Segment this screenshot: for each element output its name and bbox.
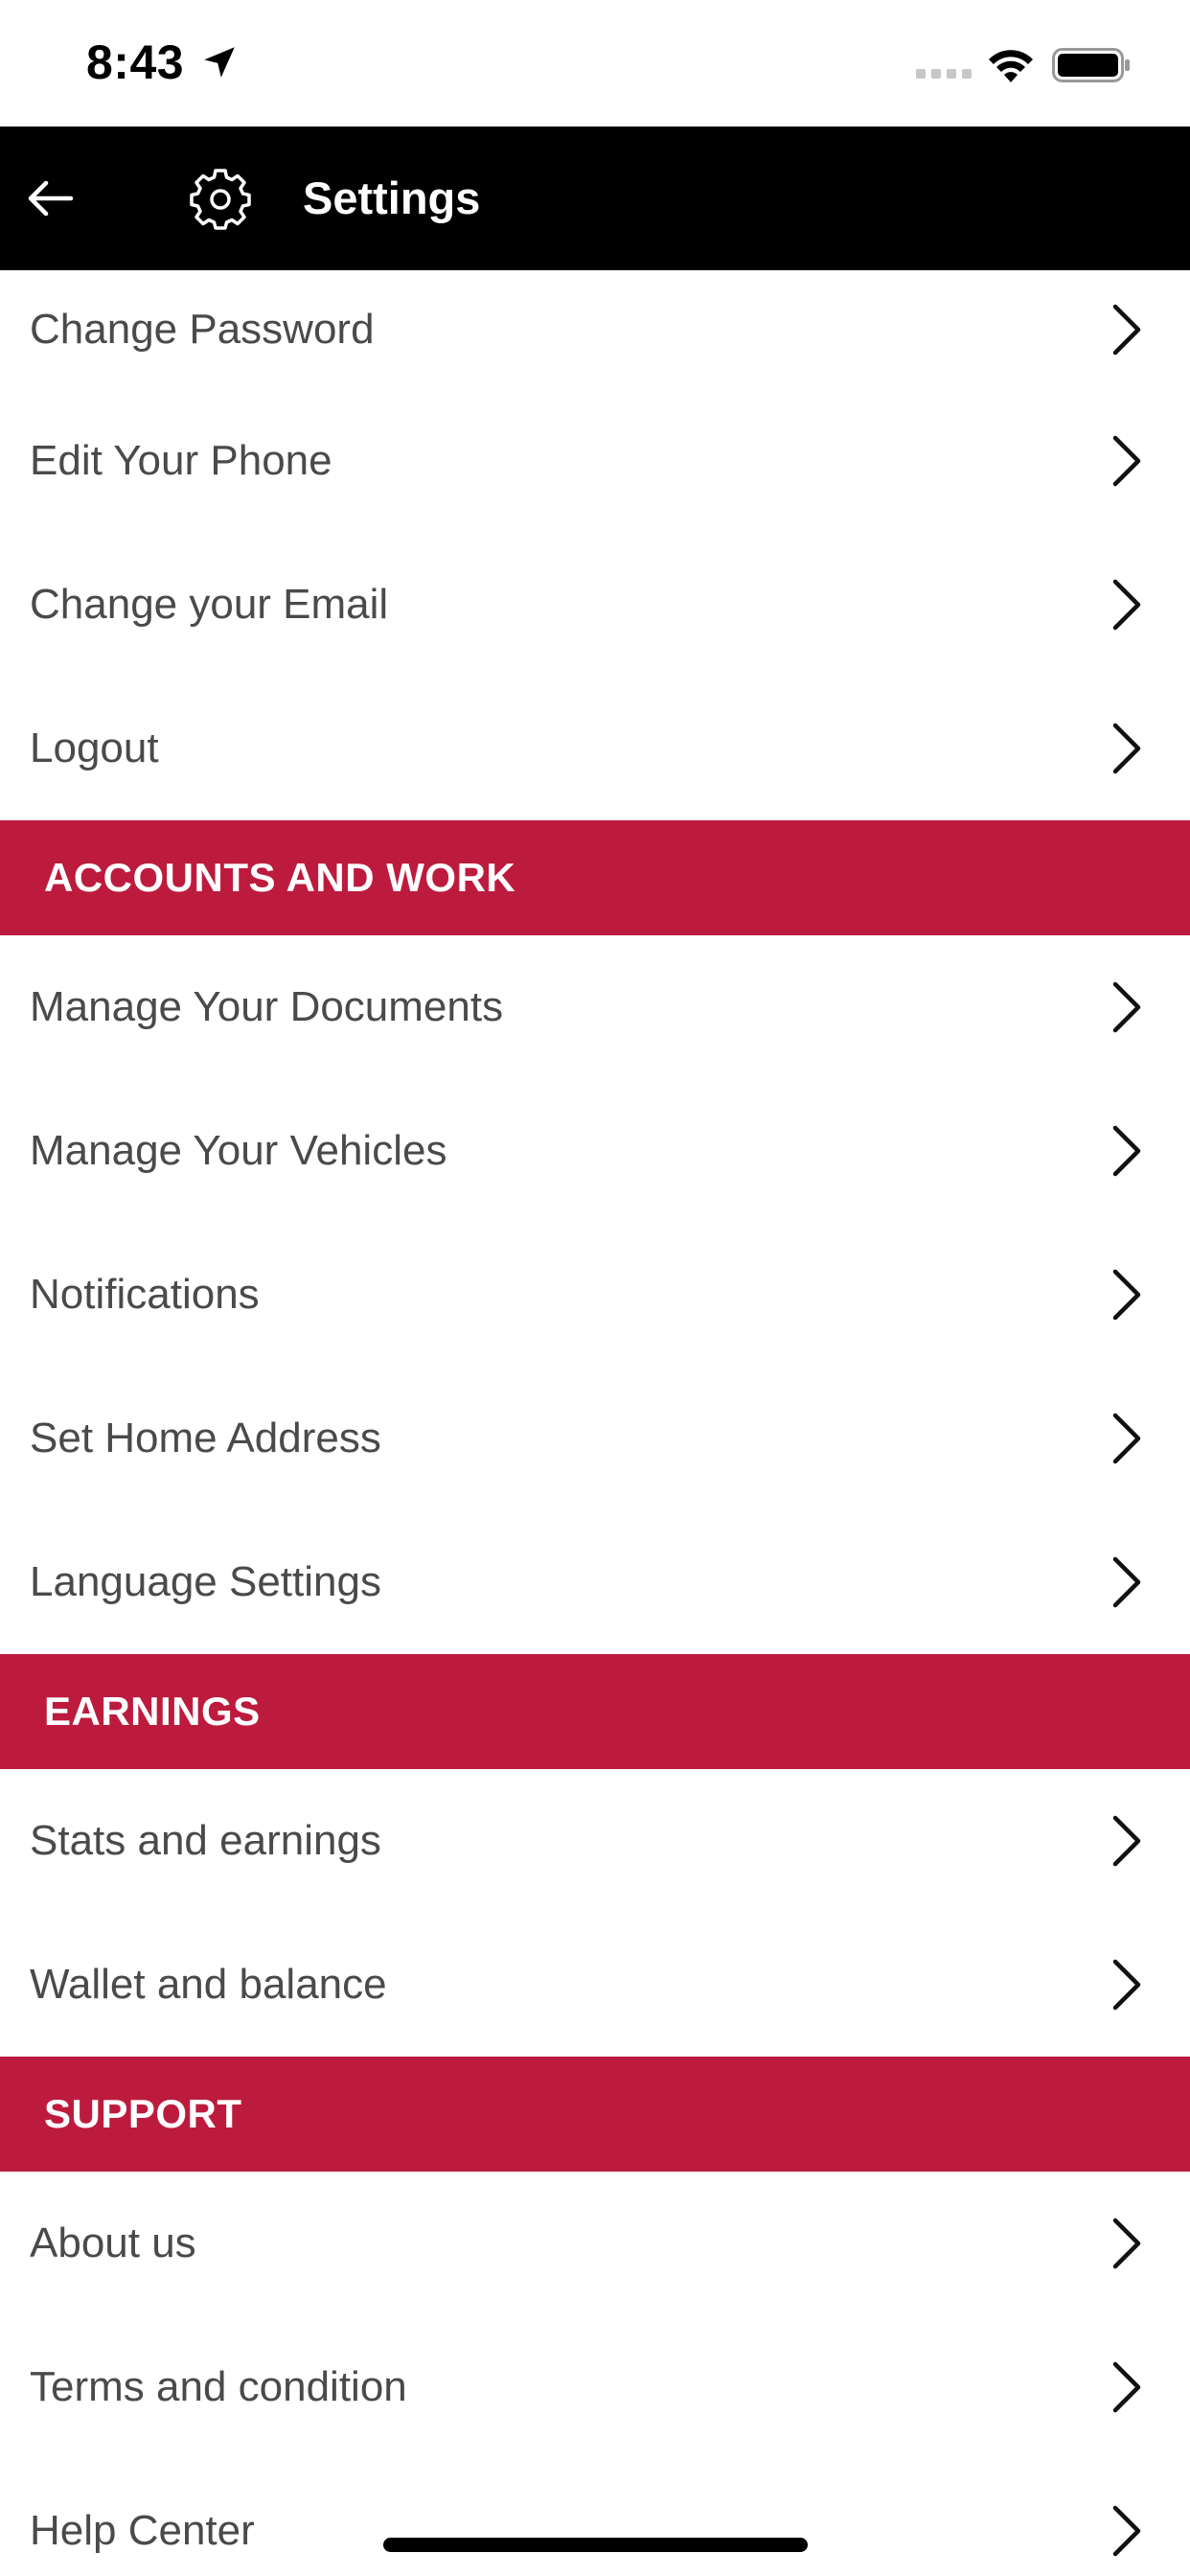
chevron-right-icon <box>1112 723 1141 774</box>
row-label: Set Home Address <box>30 1414 381 1461</box>
chevron-right-icon <box>1112 1269 1141 1321</box>
settings-row-help-center[interactable]: Help Center <box>0 2459 1190 2576</box>
chevron-right-icon <box>1112 1556 1141 1608</box>
section-header-accounts-and-work: ACCOUNTS AND WORK <box>0 820 1190 935</box>
gear-icon <box>190 169 251 230</box>
settings-row-manage-vehicles[interactable]: Manage Your Vehicles <box>0 1079 1190 1223</box>
settings-row-edit-phone[interactable]: Edit Your Phone <box>0 389 1190 533</box>
settings-list: Change Password Edit Your Phone Change y… <box>0 270 1190 2576</box>
section-header-earnings: EARNINGS <box>0 1654 1190 1769</box>
row-label: About us <box>30 2220 196 2266</box>
row-label: Help Center <box>30 2507 255 2554</box>
settings-row-logout[interactable]: Logout <box>0 677 1190 820</box>
chevron-right-icon <box>1112 435 1141 487</box>
row-label: Wallet and balance <box>30 1961 387 2008</box>
location-arrow-icon <box>204 47 235 78</box>
settings-row-about-us[interactable]: About us <box>0 2172 1190 2315</box>
row-label: Logout <box>30 724 159 771</box>
settings-row-terms[interactable]: Terms and condition <box>0 2315 1190 2459</box>
settings-row-change-email[interactable]: Change your Email <box>0 533 1190 677</box>
settings-row-manage-documents[interactable]: Manage Your Documents <box>0 935 1190 1079</box>
cellular-signal-icon <box>916 69 972 79</box>
chevron-right-icon <box>1112 2361 1141 2413</box>
wifi-icon <box>989 50 1033 82</box>
section-title: EARNINGS <box>44 1689 261 1734</box>
row-label: Manage Your Documents <box>30 983 504 1030</box>
row-label: Manage Your Vehicles <box>30 1127 447 1174</box>
chevron-right-icon <box>1112 1413 1141 1464</box>
settings-row-notifications[interactable]: Notifications <box>0 1223 1190 1367</box>
chevron-right-icon <box>1112 1815 1141 1867</box>
section-title: ACCOUNTS AND WORK <box>44 855 516 900</box>
row-label: Change your Email <box>30 581 389 628</box>
settings-row-home-address[interactable]: Set Home Address <box>0 1367 1190 1510</box>
row-label: Notifications <box>30 1271 260 1318</box>
row-label: Edit Your Phone <box>30 437 332 484</box>
chevron-right-icon <box>1112 2218 1141 2269</box>
chevron-right-icon <box>1112 981 1141 1033</box>
chevron-right-icon <box>1112 579 1141 631</box>
row-label: Terms and condition <box>30 2363 407 2410</box>
settings-row-wallet-balance[interactable]: Wallet and balance <box>0 1913 1190 2057</box>
chevron-right-icon <box>1112 304 1141 356</box>
page-title: Settings <box>303 172 481 223</box>
settings-screen: 8:43 Settings Change Password Edit Your … <box>0 0 1190 2576</box>
section-header-support: SUPPORT <box>0 2057 1190 2172</box>
settings-row-change-password[interactable]: Change Password <box>0 270 1190 389</box>
back-arrow-icon[interactable] <box>21 170 79 227</box>
status-time: 8:43 <box>86 35 185 89</box>
chevron-right-icon <box>1112 2505 1141 2557</box>
app-header: Settings <box>0 126 1190 270</box>
row-label: Change Password <box>30 306 375 353</box>
settings-row-stats-earnings[interactable]: Stats and earnings <box>0 1769 1190 1913</box>
row-label: Language Settings <box>30 1558 381 1605</box>
home-indicator[interactable] <box>383 2538 808 2552</box>
battery-icon <box>1052 48 1130 82</box>
chevron-right-icon <box>1112 1959 1141 2011</box>
settings-row-language[interactable]: Language Settings <box>0 1510 1190 1654</box>
row-label: Stats and earnings <box>30 1817 381 1864</box>
chevron-right-icon <box>1112 1125 1141 1177</box>
section-title: SUPPORT <box>44 2091 242 2136</box>
status-bar: 8:43 <box>0 0 1190 126</box>
